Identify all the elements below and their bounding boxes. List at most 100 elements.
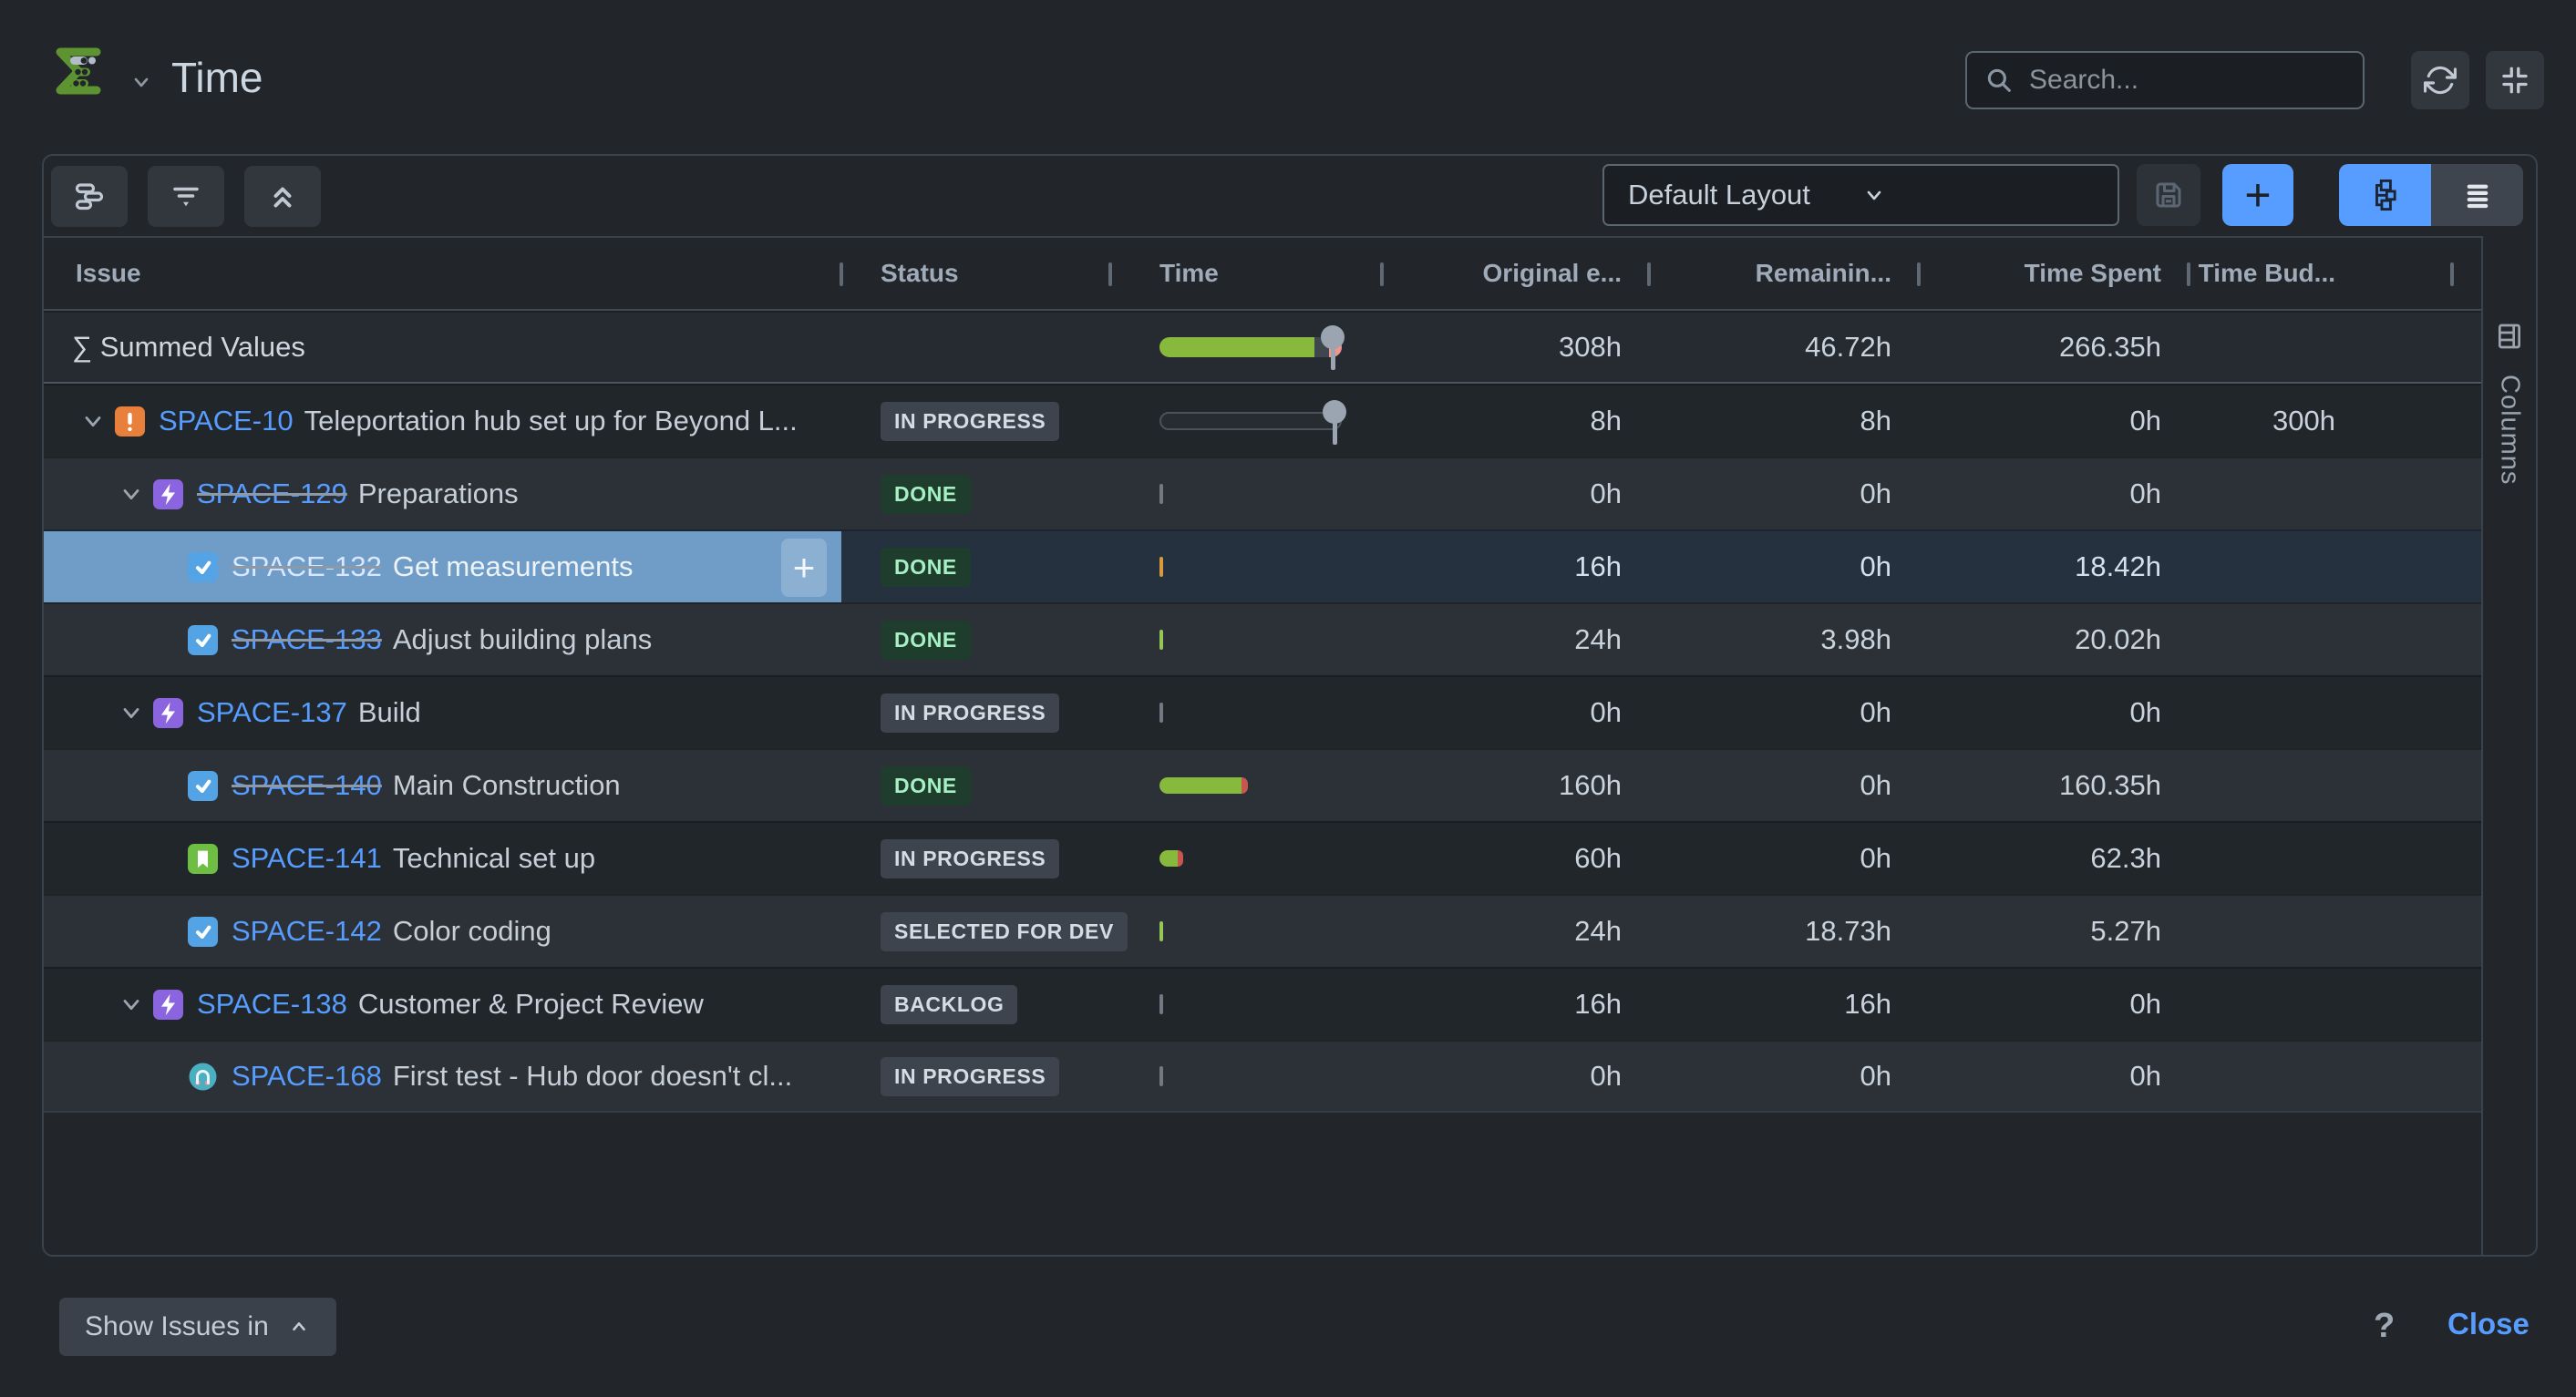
top-bar: Time	[0, 0, 2576, 146]
remaining-estimate: 18.73h	[1649, 915, 1919, 948]
structure-panel: Default Layout +	[42, 154, 2538, 1257]
help-button[interactable]: ?	[2374, 1307, 2395, 1346]
hierarchy-view-button[interactable]	[2339, 164, 2431, 226]
filter-button[interactable]	[148, 166, 224, 227]
chevron-up-icon	[287, 1317, 311, 1337]
show-issues-in-button[interactable]: Show Issues in	[59, 1298, 336, 1356]
summed-remaining: 46.72h	[1649, 331, 1919, 364]
columns-side-tab[interactable]: Columns	[2481, 236, 2536, 1255]
table-row[interactable]: SPACE-141 Technical set up IN PROGRESS 6…	[44, 821, 2481, 894]
table-row[interactable]: SPACE-10 Teleportation hub set up for Be…	[44, 384, 2481, 457]
story-icon	[188, 844, 218, 874]
issue-key-link[interactable]: SPACE-138	[197, 988, 347, 1021]
issue-key-link[interactable]: SPACE-129	[197, 478, 347, 510]
remaining-estimate: 0h	[1649, 478, 1919, 510]
issue-summary: Get measurements	[393, 550, 634, 583]
summed-progress-bar	[1159, 337, 1342, 357]
save-layout-button[interactable]	[2137, 164, 2200, 226]
add-subtask-button[interactable]: +	[781, 539, 827, 597]
header-original-estimate[interactable]: Original e...	[1382, 238, 1649, 309]
columns-tab-label: Columns	[2495, 375, 2525, 485]
issue-key-link[interactable]: SPACE-142	[232, 915, 382, 948]
original-estimate: 16h	[1382, 550, 1649, 583]
status-badge: DONE	[881, 766, 971, 806]
group-button[interactable]	[51, 166, 128, 227]
table-row[interactable]: SPACE-140 Main Construction DONE 160h 0h…	[44, 748, 2481, 821]
add-issue-button[interactable]: +	[2222, 164, 2293, 226]
original-estimate: 0h	[1382, 696, 1649, 729]
remaining-estimate: 8h	[1649, 405, 1919, 437]
status-badge: IN PROGRESS	[881, 839, 1059, 878]
list-rows-icon	[2462, 180, 2493, 211]
issue-summary: Build	[358, 696, 421, 729]
header-time[interactable]: Time	[1110, 238, 1382, 309]
close-button[interactable]: Close	[2447, 1307, 2530, 1341]
issue-key-link[interactable]: SPACE-10	[159, 405, 294, 437]
status-badge: IN PROGRESS	[881, 1057, 1059, 1096]
problem-icon	[115, 406, 145, 437]
remaining-estimate: 0h	[1649, 1060, 1919, 1093]
table-row[interactable]: SPACE-168 First test - Hub door doesn't …	[44, 1040, 2481, 1113]
chevron-down-icon[interactable]	[118, 700, 153, 725]
time-pin-marker[interactable]	[1321, 325, 1345, 370]
chevron-down-icon[interactable]	[128, 71, 155, 93]
issue-summary: Main Construction	[393, 769, 621, 802]
chevron-down-icon[interactable]	[80, 408, 115, 434]
refresh-button[interactable]	[2411, 51, 2469, 109]
time-tick	[1159, 630, 1163, 650]
collapse-all-icon	[266, 180, 299, 212]
header-remaining[interactable]: Remainin...	[1649, 238, 1919, 309]
collapse-icon	[2499, 64, 2531, 97]
table-row[interactable]: SPACE-137 Build IN PROGRESS 0h 0h 0h	[44, 675, 2481, 748]
search-input[interactable]	[2029, 65, 2381, 96]
time-spent: 0h	[1919, 1060, 2189, 1093]
status-badge: IN PROGRESS	[881, 402, 1059, 441]
original-estimate: 8h	[1382, 405, 1649, 437]
header-status[interactable]: Status	[841, 238, 1110, 309]
layout-select[interactable]: Default Layout	[1602, 164, 2119, 226]
header-issue[interactable]: Issue	[44, 238, 841, 309]
table-row[interactable]: SPACE-129 Preparations DONE 0h 0h 0h	[44, 457, 2481, 529]
compress-button[interactable]	[2486, 51, 2544, 109]
remaining-estimate: 16h	[1649, 988, 1919, 1021]
status-badge: BACKLOG	[881, 985, 1017, 1024]
issue-key-link[interactable]: SPACE-141	[232, 842, 382, 875]
table-row[interactable]: SPACE-133 Adjust building plans DONE 24h…	[44, 602, 2481, 675]
original-estimate: 160h	[1382, 769, 1649, 802]
time-tick	[1159, 484, 1163, 504]
original-estimate: 24h	[1382, 915, 1649, 948]
original-estimate: 60h	[1382, 842, 1649, 875]
chevron-down-icon[interactable]	[118, 991, 153, 1017]
filter-icon	[170, 180, 202, 212]
chevron-down-icon	[1861, 184, 2095, 206]
time-spent: 20.02h	[1919, 623, 2189, 656]
issue-key-link[interactable]: SPACE-133	[232, 623, 382, 656]
time-pin-marker[interactable]	[1323, 400, 1346, 445]
issue-key-link[interactable]: SPACE-137	[197, 696, 347, 729]
remaining-estimate: 0h	[1649, 769, 1919, 802]
column-separator[interactable]	[2450, 262, 2454, 286]
issue-key-link[interactable]: SPACE-140	[232, 769, 382, 802]
table-row[interactable]: SPACE-142 Color coding SELECTED FOR DEV …	[44, 894, 2481, 967]
table-row-selected[interactable]: SPACE-132 Get measurements + DONE 16h 0h…	[44, 529, 2481, 602]
time-spent: 0h	[1919, 696, 2189, 729]
task-icon	[188, 625, 218, 655]
header-time-budget[interactable]: Time Bud...	[2189, 238, 2372, 309]
collapse-all-button[interactable]	[244, 166, 321, 227]
time-slider	[1159, 412, 1342, 430]
time-spent: 18.42h	[1919, 550, 2189, 583]
structure-sigma-logo[interactable]	[47, 42, 106, 100]
chevron-down-icon[interactable]	[118, 481, 153, 507]
time-tick	[1159, 1066, 1163, 1086]
time-tick	[1159, 703, 1163, 723]
issue-summary: Adjust building plans	[393, 623, 652, 656]
list-view-button[interactable]	[2431, 164, 2523, 226]
header-time-spent[interactable]: Time Spent	[1919, 238, 2189, 309]
time-budget: 300h	[2189, 405, 2372, 437]
table-row[interactable]: SPACE-138 Customer & Project Review BACK…	[44, 967, 2481, 1040]
issue-key-link[interactable]: SPACE-168	[232, 1060, 382, 1093]
time-spent: 0h	[1919, 405, 2189, 437]
search-box	[1965, 51, 2365, 109]
task-icon	[188, 771, 218, 801]
issue-key-link[interactable]: SPACE-132	[232, 550, 382, 583]
